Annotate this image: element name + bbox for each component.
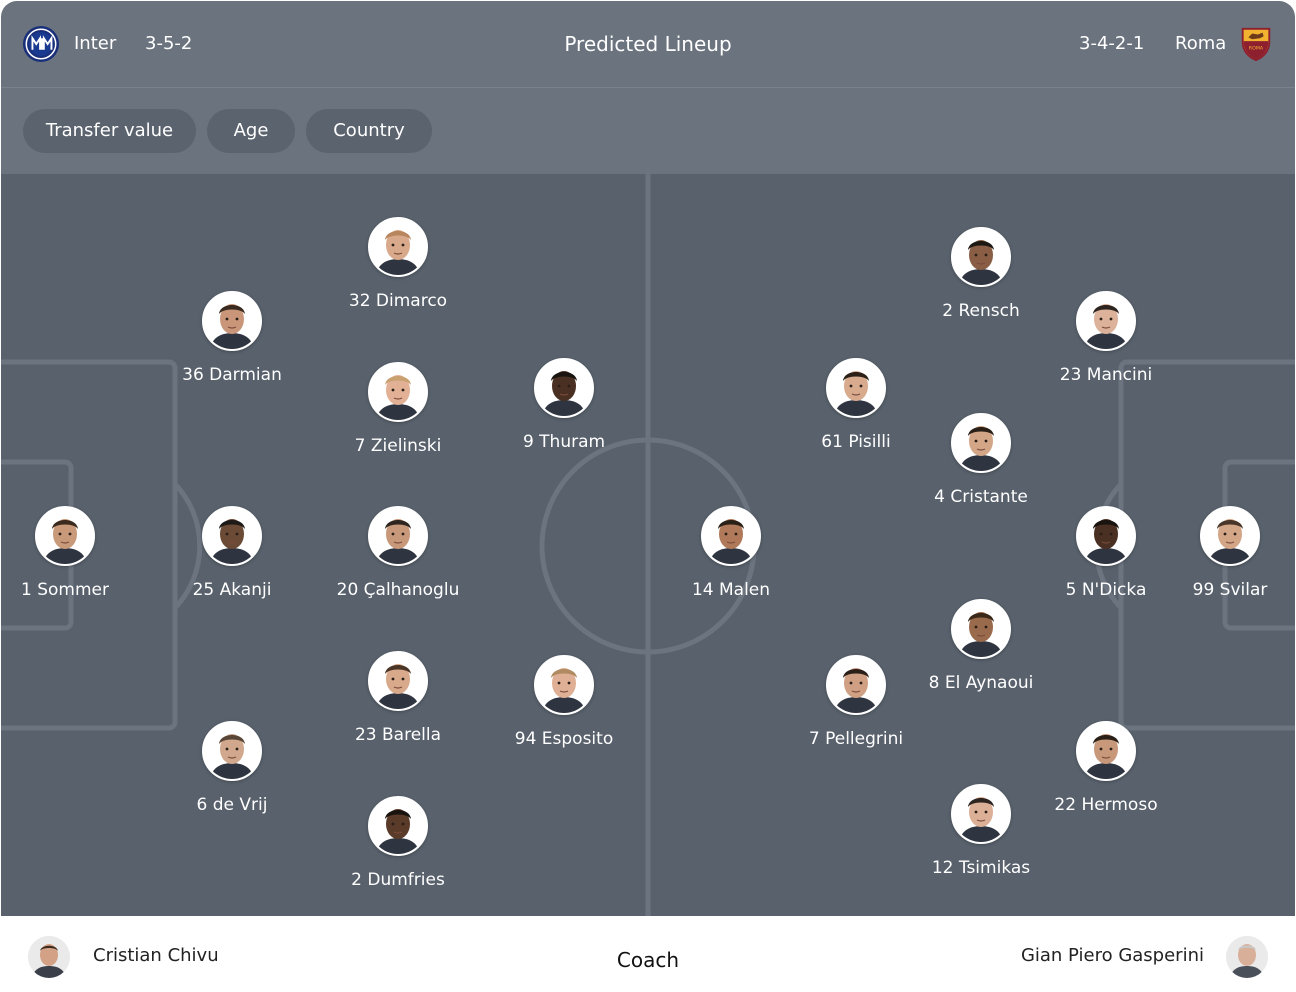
svg-text:ROMA: ROMA	[1249, 46, 1264, 52]
player-name: 1 Sommer	[21, 580, 109, 600]
player-face-icon	[370, 798, 426, 854]
player-face-icon	[1078, 293, 1134, 349]
player-face-icon	[370, 364, 426, 420]
player-name: 2 Dumfries	[351, 870, 445, 890]
roma-crest-icon: ROMA	[1241, 27, 1271, 62]
player-face-icon	[536, 657, 592, 713]
away-coach-name: Gian Piero Gasperini	[1020, 945, 1204, 966]
home-player[interactable]: 25 Akanji	[142, 506, 322, 606]
player-name: 12 Tsimikas	[931, 858, 1031, 878]
lineup-header: Inter 3-5-2 Predicted Lineup 3-4-2-1 Rom…	[1, 1, 1295, 88]
pitch: 1 Sommer 36 Darmian 25 Akanji 6 de Vrij 32 D…	[1, 174, 1295, 916]
player-avatar	[534, 655, 594, 715]
player-face-icon	[1202, 508, 1258, 564]
player-avatar	[701, 506, 761, 566]
player-avatar	[1076, 721, 1136, 781]
player-name: 7 Zielinski	[354, 436, 442, 456]
player-avatar	[202, 506, 262, 566]
transfer-value-filter-button[interactable]: Transfer value	[23, 109, 196, 153]
player-face-icon	[1078, 723, 1134, 779]
player-avatar	[202, 291, 262, 351]
away-formation: 3-4-2-1	[1079, 33, 1145, 54]
player-name: 14 Malen	[691, 580, 771, 600]
player-face-icon	[953, 229, 1009, 285]
player-face-icon	[204, 508, 260, 564]
away-team-name: Roma	[1175, 33, 1227, 54]
filter-bar: Transfer value Age Country	[1, 88, 1295, 174]
player-avatar	[951, 599, 1011, 659]
away-player[interactable]: 7 Pellegrini	[766, 655, 946, 755]
player-avatar	[1076, 291, 1136, 351]
player-name: 9 Thuram	[522, 432, 606, 452]
player-avatar	[951, 784, 1011, 844]
home-player[interactable]: 94 Esposito	[474, 655, 654, 755]
player-face-icon	[370, 508, 426, 564]
player-avatar	[368, 506, 428, 566]
away-player[interactable]: 2 Rensch	[891, 227, 1071, 327]
player-avatar	[826, 358, 886, 418]
away-player[interactable]: 12 Tsimikas	[891, 784, 1071, 884]
player-face-icon	[37, 508, 93, 564]
lineup-card: Inter 3-5-2 Predicted Lineup 3-4-2-1 Rom…	[1, 1, 1295, 991]
player-face-icon	[953, 786, 1009, 842]
player-name: 4 Cristante	[934, 487, 1028, 507]
player-avatar	[368, 796, 428, 856]
player-avatar	[1076, 506, 1136, 566]
player-avatar	[368, 651, 428, 711]
player-avatar	[35, 506, 95, 566]
player-face-icon	[953, 415, 1009, 471]
player-avatar	[202, 721, 262, 781]
player-face-icon	[828, 360, 884, 416]
player-name: 32 Dimarco	[348, 291, 448, 311]
player-avatar	[368, 217, 428, 277]
player-avatar	[826, 655, 886, 715]
player-avatar	[951, 227, 1011, 287]
player-name: 7 Pellegrini	[808, 729, 904, 749]
home-player[interactable]: 9 Thuram	[474, 358, 654, 458]
player-name: 5 N'Dicka	[1065, 580, 1147, 600]
player-avatar	[534, 358, 594, 418]
player-face-icon	[204, 293, 260, 349]
player-name: 2 Rensch	[942, 301, 1020, 321]
player-name: 61 Pisilli	[821, 432, 891, 452]
coach-bar: Cristian Chivu Coach Gian Piero Gasperin…	[1, 916, 1295, 991]
player-face-icon	[703, 508, 759, 564]
player-face-icon	[828, 657, 884, 713]
home-player[interactable]: 20 Çalhanoglu	[308, 506, 488, 606]
home-player[interactable]: 32 Dimarco	[308, 217, 488, 317]
player-face-icon	[536, 360, 592, 416]
home-player[interactable]: 7 Zielinski	[308, 362, 488, 462]
player-avatar	[1200, 506, 1260, 566]
home-player[interactable]: 6 de Vrij	[142, 721, 322, 821]
age-filter-button[interactable]: Age	[207, 109, 295, 153]
home-player[interactable]: 36 Darmian	[142, 291, 322, 391]
player-name: 25 Akanji	[192, 580, 272, 600]
player-name: 23 Barella	[354, 725, 442, 745]
player-name: 23 Mancini	[1059, 365, 1153, 385]
player-face-icon	[370, 653, 426, 709]
player-face-icon	[370, 219, 426, 275]
country-filter-button[interactable]: Country	[306, 109, 432, 153]
coach-face-icon	[1226, 936, 1268, 978]
home-player[interactable]: 23 Barella	[308, 651, 488, 751]
player-avatar	[951, 413, 1011, 473]
home-player[interactable]: 2 Dumfries	[308, 796, 488, 896]
player-name: 94 Esposito	[514, 729, 614, 749]
player-face-icon	[953, 601, 1009, 657]
home-player[interactable]: 1 Sommer	[1, 506, 155, 606]
player-avatar	[368, 362, 428, 422]
away-coach-avatar	[1226, 936, 1268, 978]
away-player[interactable]: 5 N'Dicka	[1016, 506, 1196, 606]
away-player[interactable]: 14 Malen	[641, 506, 821, 606]
player-face-icon	[1078, 508, 1134, 564]
player-name: 36 Darmian	[182, 365, 282, 385]
player-name: 6 de Vrij	[196, 795, 268, 815]
player-name: 20 Çalhanoglu	[336, 580, 460, 600]
player-face-icon	[204, 723, 260, 779]
away-player[interactable]: 61 Pisilli	[766, 358, 946, 458]
